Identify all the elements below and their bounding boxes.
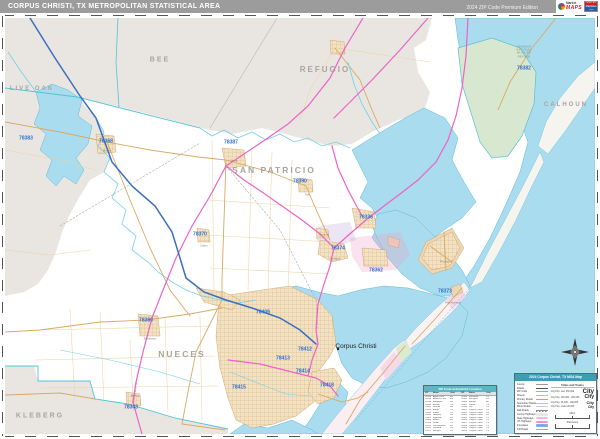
legend-swatch — [536, 429, 548, 430]
logo-pie-icon — [558, 3, 565, 10]
badge-bot: .com — [585, 9, 597, 12]
scale-kilometers: Kilometers — [551, 421, 594, 429]
map-title: CORPUS CHRISTI, TX METROPOLITAN STATISTI… — [8, 3, 220, 10]
seller-badge: SOLD BY MapSales .com — [584, 1, 598, 12]
legend-swatch — [536, 395, 548, 396]
legend-swatch — [536, 384, 548, 385]
legend-swatch — [536, 421, 548, 424]
legend-swatch — [536, 406, 548, 407]
zip-index-rows: 78330Agua DulceB578380RobstownC578336Ara… — [424, 396, 496, 433]
frame-ruler-top — [0, 13, 600, 18]
legend-city-class: City Pop. under 25,000City — [551, 406, 594, 409]
legend-swatch — [536, 391, 548, 392]
legend-swatch — [536, 403, 548, 404]
legend-city-classes: City Pop. over 250,000CityCity Pop. 100,… — [551, 389, 594, 410]
publisher-logo: Market MAPS SOLD BY MapSales .com — [556, 0, 600, 13]
legend-item: Toll Roads — [517, 428, 548, 432]
scale-miles: Miles — [551, 412, 594, 420]
edition-label: 2024 ZIP Code Premium Edition — [466, 5, 538, 11]
zip-index-row: 78377RefugioD178410Corpus ChristiC4 — [424, 430, 496, 433]
map-legend-box: 2024 Corpus Christi, TX MSA Map CountyRo… — [514, 373, 597, 434]
legend-swatch — [536, 424, 548, 427]
header-bar: CORPUS CHRISTI, TX METROPOLITAN STATISTI… — [0, 0, 556, 13]
corpus-christi-marker — [337, 348, 339, 350]
zip-index-box: ZIP Code Index/Grid Location ZIPNameGrid… — [423, 385, 497, 435]
map-canvas — [5, 18, 595, 434]
frame-ruler-bottom — [0, 434, 600, 439]
legend-cities-title: Cities and Towns — [551, 383, 594, 388]
legend-swatch — [536, 399, 548, 400]
legend-swatch — [536, 388, 548, 389]
map-product-screenshot: { "header": { "title": "CORPUS CHRISTI, … — [0, 0, 600, 439]
frame-ruler-left — [0, 13, 5, 439]
legend-swatch — [536, 410, 548, 412]
logo-text-maps: MAPS — [566, 6, 582, 11]
legend-swatch — [536, 413, 548, 416]
legend-items: CountyRoadsZIP CodeStreetsPrimary RoadsS… — [517, 383, 548, 432]
legend-title: 2024 Corpus Christi, TX MSA Map — [515, 374, 596, 381]
